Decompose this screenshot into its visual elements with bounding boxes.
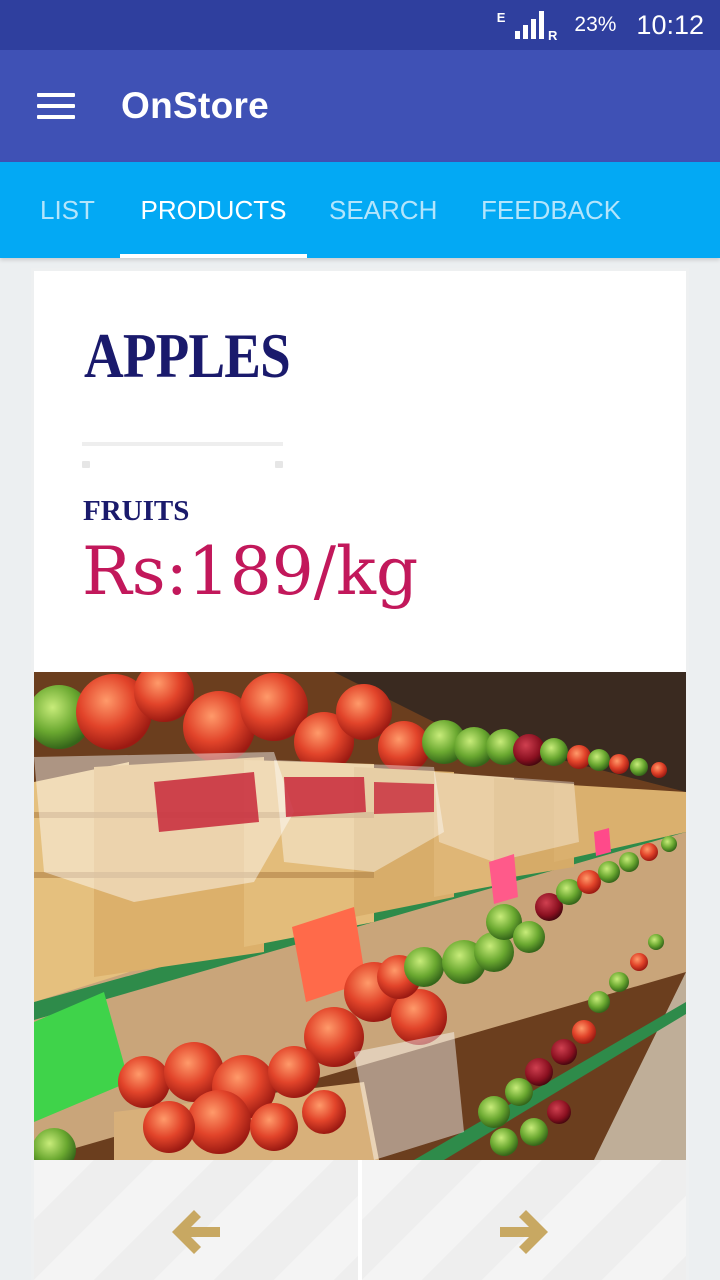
previous-product-button[interactable] (34, 1160, 358, 1280)
product-image (34, 672, 686, 1160)
divider-dot-right (275, 461, 283, 468)
app-title: OnStore (121, 85, 270, 126)
divider-dot-left (82, 461, 90, 468)
product-navigation (34, 1160, 686, 1280)
product-price: Rs:189/kg (82, 533, 419, 610)
clock: 10:12 (636, 9, 704, 40)
arrow-left-icon (172, 1209, 220, 1254)
product-card: APPLES FRUITS Rs:189/kg (31, 268, 689, 1280)
network-type-indicator: E (496, 10, 506, 25)
arrow-right-icon (500, 1209, 548, 1254)
tab-list[interactable]: LIST (40, 162, 95, 258)
tab-feedback[interactable]: FEEDBACK (481, 162, 621, 258)
roaming-indicator: R (548, 28, 558, 43)
tab-products[interactable]: PRODUCTS (120, 162, 307, 258)
signal-icon: R (515, 11, 557, 43)
product-category: FRUITS (83, 495, 190, 527)
battery-percentage: 23% (574, 13, 617, 36)
title-divider (82, 442, 283, 446)
product-name: APPLES (84, 320, 291, 391)
next-product-button[interactable] (362, 1160, 686, 1280)
hamburger-menu-icon[interactable] (37, 93, 75, 119)
tab-search[interactable]: SEARCH (329, 162, 437, 258)
active-tab-indicator (120, 254, 307, 258)
tab-bar: LIST PRODUCTS SEARCH FEEDBACK (0, 162, 720, 258)
status-bar: E R 23% 10:12 (0, 0, 720, 50)
app-bar: OnStore (0, 50, 720, 162)
